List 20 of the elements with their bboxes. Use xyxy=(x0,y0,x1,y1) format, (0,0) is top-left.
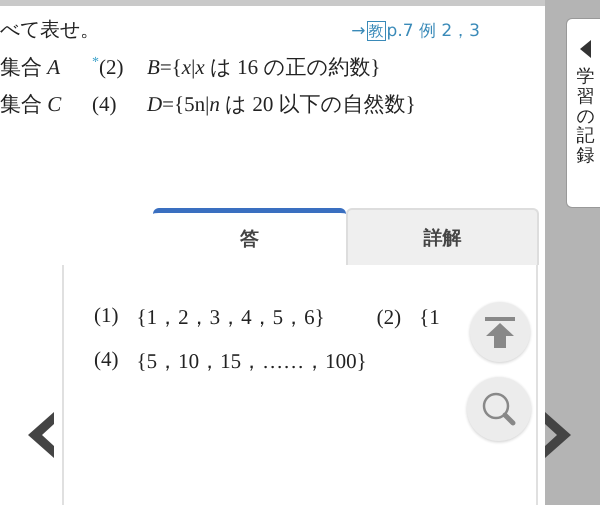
answer-number: (1) xyxy=(94,303,118,329)
search-icon xyxy=(481,391,517,427)
side-tab[interactable]: 学習の記録 xyxy=(566,18,600,208)
problem-number: (4) xyxy=(92,92,116,116)
reference-link[interactable]: → 教 p.7 例 2，3 xyxy=(351,19,480,42)
answer-number: (2) xyxy=(376,304,402,330)
set-definition: D={5n|n は 20 以下の自然数} xyxy=(147,91,416,118)
collapse-triangle-icon xyxy=(578,39,592,59)
scroll-top-icon xyxy=(483,315,517,349)
answer-text: {1，2，3，4，5，6} xyxy=(136,304,325,331)
set-definition: B={x|x は 16 の正の約数} xyxy=(147,54,380,81)
set-label: 集合 A xyxy=(0,54,62,81)
answer-number: (4) xyxy=(94,347,118,373)
star-mark: * xyxy=(92,55,99,70)
instruction-text: べて表せ。 xyxy=(0,16,100,43)
answer-text: {5，10，15，……，100} xyxy=(136,348,367,375)
set-label: 集合 C xyxy=(0,91,62,118)
problem-number: (2) xyxy=(99,55,124,79)
tab[interactable]: 詳解 xyxy=(346,208,539,265)
answer-text: {1 xyxy=(419,304,440,330)
